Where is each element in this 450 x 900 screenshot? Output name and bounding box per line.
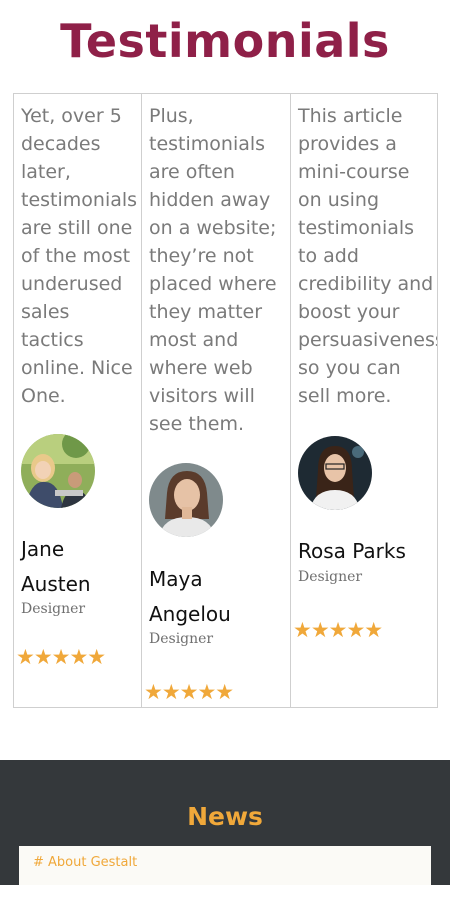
testimonial-role: Designer: [298, 569, 363, 585]
testimonial-role: Designer: [21, 601, 86, 617]
testimonial-name: Maya Angelou: [149, 567, 231, 626]
avatar: [21, 434, 95, 508]
testimonial-card: Yet, over 5 decades later, testimonials …: [14, 94, 141, 707]
star-rating: ★★★★★: [293, 618, 383, 642]
testimonial-quote: This article provides a mini-course on u…: [298, 105, 437, 407]
star-rating: ★★★★★: [16, 645, 106, 669]
testimonial-card: This article provides a mini-course on u…: [290, 94, 437, 707]
news-title: News: [187, 802, 263, 831]
avatar: [298, 436, 372, 510]
star-rating: ★★★★★: [144, 680, 234, 704]
news-item-link[interactable]: # About Gestalt: [33, 855, 137, 870]
news-card: # About Gestalt: [19, 846, 431, 890]
testimonial-role: Designer: [149, 631, 214, 647]
testimonials-grid: Yet, over 5 decades later, testimonials …: [13, 93, 438, 708]
testimonial-card: Plus, testimonials are often hidden away…: [141, 94, 290, 707]
testimonial-name: Jane Austen: [21, 537, 91, 596]
news-section: News # About Gestalt: [0, 760, 450, 890]
testimonial-quote: Plus, testimonials are often hidden away…: [149, 105, 277, 435]
testimonial-quote: Yet, over 5 decades later, testimonials …: [21, 105, 138, 407]
bottom-strip: [0, 885, 450, 900]
testimonial-name: Rosa Parks: [298, 539, 406, 563]
avatar: [149, 463, 223, 537]
page-title: Testimonials: [60, 14, 390, 68]
